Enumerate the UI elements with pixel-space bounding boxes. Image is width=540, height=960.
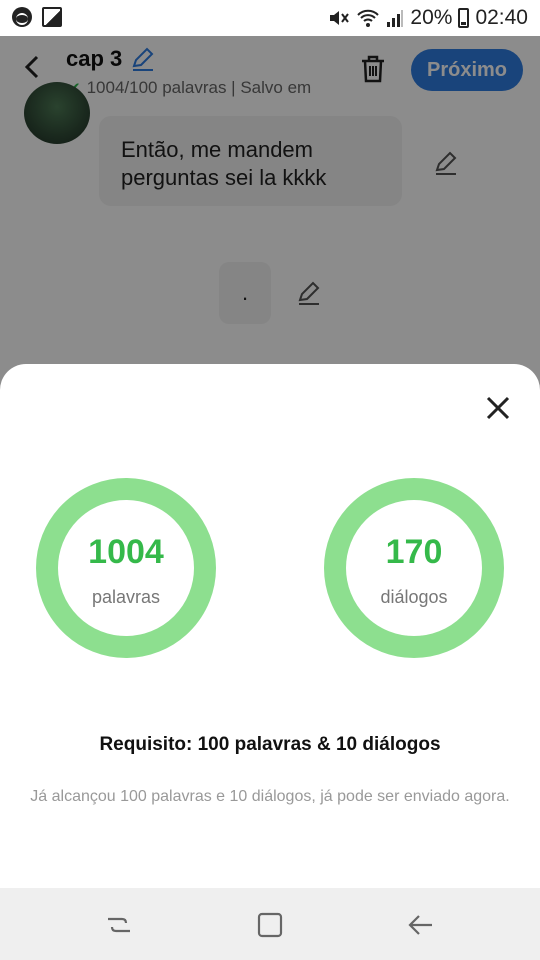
- status-bar: 20% 02:40: [0, 0, 540, 36]
- requirement-description: Já alcançou 100 palavras e 10 diálogos, …: [30, 788, 510, 805]
- home-button[interactable]: [255, 910, 285, 940]
- requirement-text: Requisito: 100 palavras & 10 diálogos: [99, 734, 441, 755]
- image-notification-icon: [42, 7, 62, 27]
- battery-percent: 20%: [410, 6, 453, 29]
- dialogs-count: 170: [385, 533, 443, 571]
- wifi-icon: [357, 9, 380, 27]
- back-nav-button[interactable]: [406, 910, 436, 940]
- dialogs-label: diálogos: [380, 587, 448, 607]
- stats-bottom-sheet: 1004 palavras 170 diálogos Requisito: 10…: [0, 364, 540, 888]
- close-button[interactable]: [482, 392, 514, 424]
- mute-icon: [330, 11, 350, 25]
- recent-apps-button[interactable]: [104, 910, 134, 940]
- arrow-left-icon: [408, 915, 432, 935]
- battery-icon: [458, 8, 470, 28]
- spotify-icon: [12, 7, 32, 27]
- words-ring: 1004 palavras: [36, 478, 216, 658]
- signal-icon: [387, 10, 404, 27]
- clock: 02:40: [475, 6, 528, 29]
- home-icon: [257, 912, 283, 938]
- recent-apps-icon: [108, 917, 130, 933]
- close-icon: [486, 396, 510, 420]
- words-count: 1004: [88, 533, 164, 571]
- words-label: palavras: [91, 587, 161, 607]
- dialogs-ring: 170 diálogos: [324, 478, 504, 658]
- system-nav-bar: [0, 888, 540, 960]
